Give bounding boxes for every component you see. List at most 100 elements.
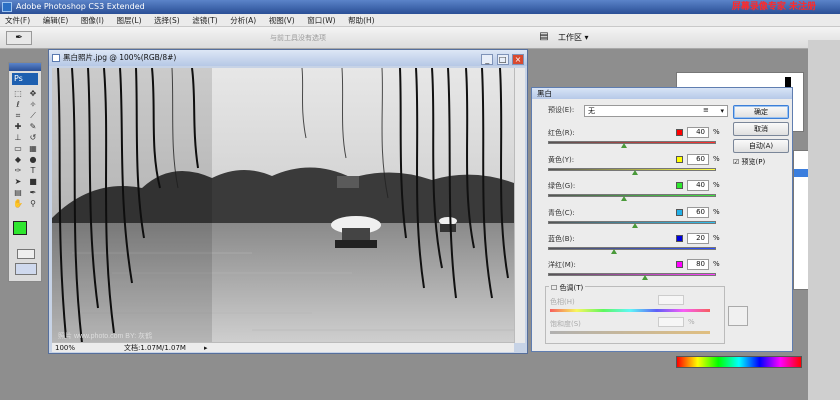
healing-brush-tool-icon[interactable]: ✚ — [11, 122, 25, 132]
tint-label: 色调(T) — [559, 284, 584, 292]
eyedropper-tool-icon[interactable]: ✒ — [26, 188, 40, 198]
eraser-tool-icon[interactable]: ▭ — [11, 144, 25, 154]
magenta-slider-track[interactable] — [548, 273, 716, 276]
slider-label: 洋红(M): — [548, 261, 576, 269]
percent-sign: % — [713, 155, 720, 163]
foreground-color-swatch[interactable] — [13, 221, 27, 235]
saturation-value-input[interactable] — [658, 317, 684, 327]
document-title-bar[interactable]: 黑白照片.jpg @ 100%(RGB/8#) _ □ × — [49, 50, 527, 66]
hue-value-input[interactable] — [658, 295, 684, 305]
options-hint: 与前工具没有选项 — [270, 34, 326, 42]
percent-sign: % — [713, 260, 720, 268]
green-slider-track[interactable] — [548, 194, 716, 197]
blue-slider-thumb[interactable] — [610, 249, 617, 254]
blur-tool-icon[interactable]: ◆ — [11, 155, 25, 165]
history-brush-tool-icon[interactable]: ↺ — [26, 133, 40, 143]
green-slider-thumb[interactable] — [620, 196, 627, 201]
menu-analysis[interactable]: 分析(A) — [225, 14, 261, 27]
document-status-bar: 100% 文档:1.07M/1.07M ▸ — [52, 342, 514, 352]
crop-tool-icon[interactable]: ⌗ — [11, 111, 25, 121]
hand-tool-icon[interactable]: ✋ — [11, 199, 25, 209]
tint-checkbox[interactable]: ☐ 色调(T) — [549, 283, 586, 293]
magenta-value-input[interactable]: 80 — [687, 259, 709, 270]
menu-layer[interactable]: 图层(L) — [111, 14, 146, 27]
menu-image[interactable]: 图像(I) — [76, 14, 109, 27]
notes-tool-icon[interactable]: ▤ — [11, 188, 25, 198]
quick-mask-button[interactable] — [17, 249, 35, 259]
slider-label: 黄色(Y): — [548, 156, 575, 164]
slice-tool-icon[interactable]: ⟋ — [26, 111, 40, 121]
move-tool-icon[interactable]: ✥ — [26, 89, 40, 99]
percent-sign: % — [713, 128, 720, 136]
preview-checkbox[interactable]: ☑ 预览(P) — [733, 157, 765, 167]
cancel-button[interactable]: 取消 — [733, 122, 789, 136]
red-slider-thumb[interactable] — [620, 143, 627, 148]
menu-select[interactable]: 选择(S) — [149, 14, 185, 27]
menu-filter[interactable]: 滤镜(T) — [187, 14, 222, 27]
clone-stamp-tool-icon[interactable]: ⊥ — [11, 133, 25, 143]
toolbox-header[interactable] — [9, 63, 41, 71]
document-file-icon — [52, 54, 60, 62]
green-value-input[interactable]: 40 — [687, 180, 709, 191]
blue-slider-track[interactable] — [548, 247, 716, 250]
pen-tool-icon[interactable]: ✑ — [11, 166, 25, 176]
screen-mode-button[interactable] — [15, 263, 37, 275]
vertical-scrollbar[interactable] — [514, 68, 525, 343]
yellow-slider-thumb[interactable] — [632, 170, 639, 175]
red-value-input[interactable]: 40 — [687, 127, 709, 138]
preview-label: 预览(P) — [741, 158, 766, 166]
zoom-tool-icon[interactable]: ⚲ — [26, 199, 40, 209]
ps-logo: Ps — [12, 73, 38, 85]
gradient-tool-icon[interactable]: ▦ — [26, 144, 40, 154]
maximize-button[interactable]: □ — [496, 54, 509, 65]
auto-button[interactable]: 自动(A) — [733, 139, 789, 153]
image-canvas[interactable]: 照片 www.photo.com BY: 灰鹤 — [52, 68, 514, 343]
panel-dock — [808, 40, 840, 400]
marquee-tool-icon[interactable]: ⬚ — [11, 89, 25, 99]
saturation-slider-track[interactable] — [550, 331, 710, 334]
preset-options-icon[interactable]: ≡ — [703, 106, 709, 114]
blue-value-input[interactable]: 20 — [687, 233, 709, 244]
path-selection-tool-icon[interactable]: ➤ — [11, 177, 25, 187]
magenta-color-chip — [676, 261, 683, 268]
workspace-icon[interactable]: ▤ — [536, 31, 552, 45]
checkbox-unchecked-icon: ☐ — [551, 284, 558, 292]
slider-label: 绿色(G): — [548, 182, 576, 190]
menu-window[interactable]: 窗口(W) — [302, 14, 340, 27]
ok-button[interactable]: 确定 — [733, 105, 789, 119]
type-tool-icon[interactable]: T — [26, 166, 40, 176]
menu-view[interactable]: 视图(V) — [264, 14, 300, 27]
preset-label: 预设(E): — [548, 106, 575, 114]
lasso-tool-icon[interactable]: ℓ — [11, 100, 25, 110]
dodge-tool-icon[interactable]: ● — [26, 155, 40, 165]
menu-file[interactable]: 文件(F) — [0, 14, 35, 27]
status-menu-arrow-icon[interactable]: ▸ — [204, 343, 208, 353]
percent-sign: % — [713, 181, 720, 189]
close-button[interactable]: × — [512, 54, 524, 65]
eyedropper-icon[interactable]: ✒ — [6, 31, 32, 45]
menu-bar: 文件(F) 编辑(E) 图像(I) 图层(L) 选择(S) 滤镜(T) 分析(A… — [0, 14, 840, 27]
hue-label: 色相(H) — [550, 298, 575, 306]
percent-sign: % — [713, 208, 720, 216]
document-size: 文档:1.07M/1.07M — [124, 344, 186, 352]
magenta-slider-thumb[interactable] — [642, 275, 649, 280]
recorder-watermark: 屏幕录像专家 未注册 — [731, 2, 816, 12]
slider-label: 红色(R): — [548, 129, 575, 137]
menu-edit[interactable]: 编辑(E) — [38, 14, 74, 27]
brush-tool-icon[interactable]: ✎ — [26, 122, 40, 132]
magic-wand-tool-icon[interactable]: ✧ — [26, 100, 40, 110]
shape-tool-icon[interactable]: ■ — [26, 177, 40, 187]
hue-slider-track[interactable] — [550, 309, 710, 312]
red-slider-track[interactable] — [548, 141, 716, 144]
color-spectrum-bar[interactable] — [676, 356, 802, 368]
tint-color-swatch[interactable] — [728, 306, 748, 326]
zoom-level[interactable]: 100% — [55, 343, 75, 353]
cyan-slider-thumb[interactable] — [632, 223, 639, 228]
minimize-button[interactable]: _ — [481, 54, 494, 65]
blue-color-chip — [676, 235, 683, 242]
cyan-value-input[interactable]: 60 — [687, 207, 709, 218]
menu-help[interactable]: 帮助(H) — [343, 14, 380, 27]
workspace-dropdown[interactable]: 工作区 ▾ — [558, 32, 589, 43]
yellow-value-input[interactable]: 60 — [687, 154, 709, 165]
dialog-title[interactable]: 黑白 — [532, 88, 792, 99]
